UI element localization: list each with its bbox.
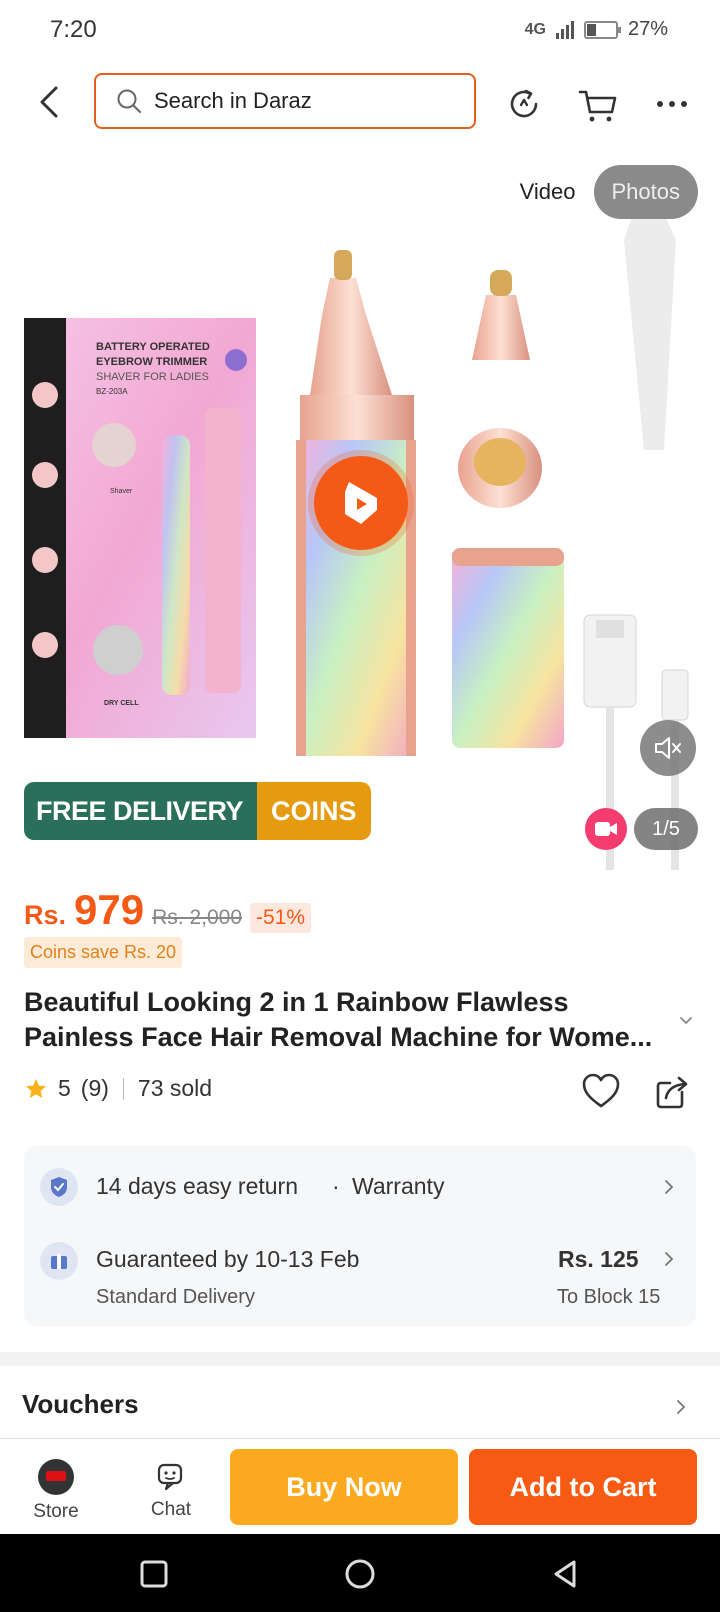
svg-text:SHAVER FOR LADIES: SHAVER FOR LADIES bbox=[96, 371, 209, 383]
warranty-text: Warranty bbox=[352, 1173, 445, 1199]
coins-save-badge: Coins save Rs. 20 bbox=[24, 937, 183, 968]
chevron-down-icon bbox=[680, 1017, 692, 1025]
store-label: Store bbox=[33, 1501, 79, 1522]
video-play-button[interactable] bbox=[314, 456, 408, 550]
cart-icon bbox=[578, 90, 617, 122]
battery-icon bbox=[583, 20, 621, 39]
add-to-cart-button[interactable]: Add to Cart bbox=[469, 1449, 697, 1525]
coins-badge: COINS bbox=[257, 782, 371, 840]
buy-now-button[interactable]: Buy Now bbox=[230, 1449, 458, 1525]
store-icon bbox=[38, 1459, 74, 1495]
price-currency: Rs. bbox=[24, 900, 67, 930]
video-icon bbox=[595, 822, 617, 836]
delivery-price: Rs. 125 bbox=[558, 1246, 639, 1272]
svg-text:BATTERY OPERATED: BATTERY OPERATED bbox=[96, 341, 210, 353]
service-card: 14 days easy return · Warranty Guarantee… bbox=[24, 1146, 696, 1326]
share-icon bbox=[656, 1076, 688, 1109]
chevron-right-icon bbox=[677, 1400, 686, 1414]
daraz-play-icon bbox=[345, 482, 377, 524]
shield-icon bbox=[40, 1168, 78, 1206]
expand-title-button[interactable] bbox=[676, 1010, 696, 1030]
svg-text:BZ-203A: BZ-203A bbox=[96, 387, 128, 396]
chevron-right-icon bbox=[665, 1252, 674, 1266]
price-value: 979 bbox=[74, 886, 145, 933]
back-icon bbox=[40, 86, 58, 118]
signal-icon bbox=[555, 20, 574, 39]
rating-count: (9) bbox=[80, 1075, 109, 1101]
history-icon bbox=[510, 89, 538, 118]
delivery-destination: To Block 15 bbox=[557, 1286, 661, 1308]
history-button[interactable] bbox=[502, 82, 546, 126]
search-placeholder: Search in Daraz bbox=[154, 88, 312, 113]
status-time: 7:20 bbox=[50, 16, 97, 43]
wishlist-button[interactable] bbox=[580, 1070, 622, 1112]
status-indicators: 4G 27% bbox=[525, 18, 668, 41]
share-button[interactable] bbox=[652, 1070, 694, 1112]
heart-icon bbox=[582, 1073, 620, 1108]
delivery-guarantee-text: Guaranteed by 10-13 Feb bbox=[96, 1246, 360, 1272]
price-row: Rs. 979 Rs. 2,000 -51% bbox=[24, 886, 312, 934]
back-button[interactable] bbox=[30, 80, 70, 124]
sold-count: 73 sold bbox=[137, 1075, 213, 1101]
image-page-indicator: 1/5 bbox=[634, 808, 698, 850]
mute-icon bbox=[655, 737, 681, 759]
store-button[interactable]: Store bbox=[24, 1459, 88, 1523]
star-icon bbox=[26, 1078, 46, 1098]
divider bbox=[122, 1077, 124, 1100]
tab-video[interactable]: Video bbox=[495, 165, 594, 219]
more-icon bbox=[657, 101, 687, 107]
tab-photos[interactable]: Photos bbox=[593, 165, 698, 219]
network-type: 4G bbox=[524, 20, 546, 38]
top-bar: Search in Daraz bbox=[0, 62, 720, 142]
more-button[interactable] bbox=[650, 82, 694, 126]
return-policy-text: 14 days easy return bbox=[96, 1173, 299, 1199]
system-nav-bar bbox=[0, 1534, 720, 1612]
media-toggle: Video Photos bbox=[495, 165, 698, 219]
free-delivery-badge: FREE DELIVERY bbox=[24, 782, 258, 840]
video-badge[interactable] bbox=[585, 808, 627, 850]
cart-button[interactable] bbox=[576, 82, 620, 126]
chat-label: Chat bbox=[150, 1499, 192, 1520]
circle-nav-icon[interactable] bbox=[340, 1554, 380, 1594]
chat-button[interactable]: Chat bbox=[136, 1459, 206, 1521]
service-separator: · bbox=[332, 1173, 340, 1199]
promo-banner: FREE DELIVERY COINS bbox=[24, 782, 371, 840]
search-bar[interactable]: Search in Daraz bbox=[94, 73, 476, 129]
section-divider bbox=[0, 1352, 720, 1366]
square-nav-icon[interactable] bbox=[134, 1554, 174, 1594]
triangle-nav-icon[interactable] bbox=[546, 1554, 586, 1594]
svg-text:Shaver: Shaver bbox=[110, 488, 133, 495]
status-bar: 7:20 4G 27% bbox=[0, 0, 720, 62]
rating-row[interactable]: 5 (9) 73 sold bbox=[24, 1075, 212, 1102]
chat-icon bbox=[157, 1463, 183, 1491]
search-icon bbox=[117, 89, 141, 113]
rating-score: 5 bbox=[58, 1075, 71, 1101]
mute-button[interactable] bbox=[640, 720, 696, 776]
svg-text:DRY CELL: DRY CELL bbox=[104, 700, 139, 707]
battery-level: 27% bbox=[627, 18, 668, 40]
vouchers-title: Vouchers bbox=[22, 1389, 139, 1419]
bottom-action-bar: Store Chat Buy Now Add to Cart bbox=[0, 1438, 720, 1534]
product-gallery[interactable]: BATTERY OPERATED EYEBROW TRIMMER SHAVER … bbox=[0, 150, 720, 870]
delivery-type-text: Standard Delivery bbox=[96, 1286, 255, 1308]
product-title: Beautiful Looking 2 in 1 Rainbow Flawles… bbox=[24, 987, 653, 1052]
chevron-right-icon bbox=[665, 1180, 674, 1194]
delivery-icon bbox=[40, 1242, 78, 1280]
svg-text:EYEBROW TRIMMER: EYEBROW TRIMMER bbox=[96, 356, 207, 368]
discount-badge: -51% bbox=[250, 903, 312, 933]
original-price: Rs. 2,000 bbox=[152, 906, 242, 929]
